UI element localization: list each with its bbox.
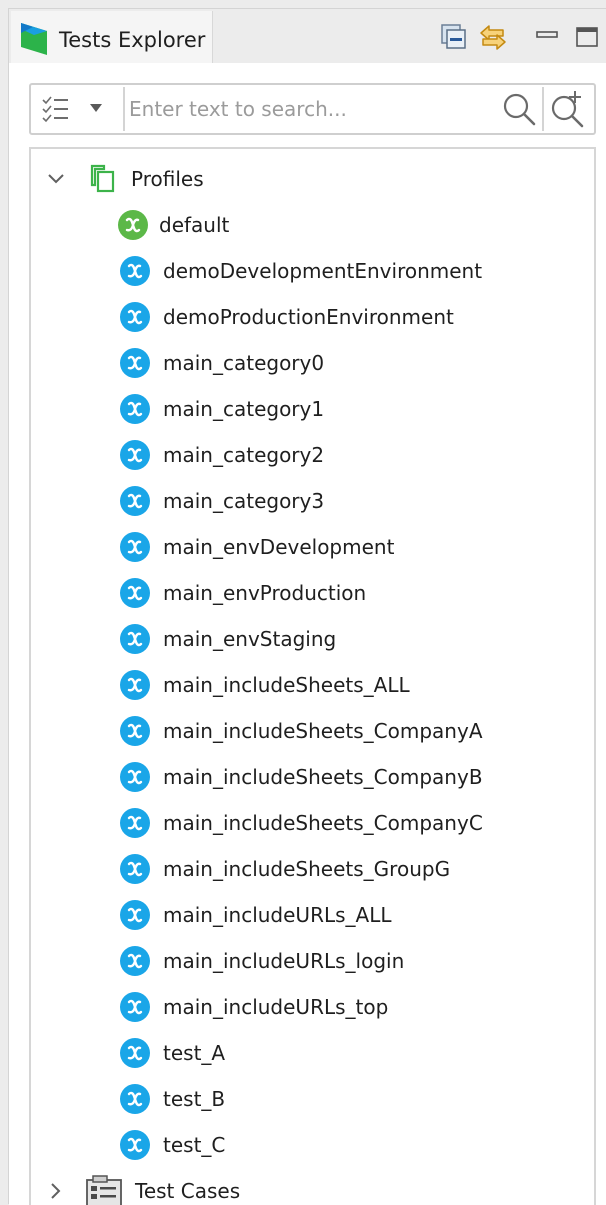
collapse-all-button[interactable] <box>435 19 471 55</box>
tree-node-label: main_category1 <box>163 397 325 421</box>
tree-node-profile[interactable]: main_includeSheets_CompanyC <box>31 800 594 846</box>
chevron-down-icon[interactable] <box>45 168 67 190</box>
global-variable-icon <box>120 1130 150 1160</box>
tree-node-profiles[interactable]: Profiles <box>31 156 594 202</box>
tree-node-label: main_includeSheets_CompanyC <box>163 811 483 835</box>
link-with-editor-icon <box>480 25 506 50</box>
chevron-right-icon[interactable] <box>45 1180 67 1202</box>
global-variable-icon <box>120 716 150 746</box>
search-bar <box>29 83 596 135</box>
tree-node-label: test_B <box>163 1087 226 1111</box>
tree-node-profile[interactable]: test_B <box>31 1076 594 1122</box>
tree-node-profile[interactable]: main_includeSheets_CompanyA <box>31 708 594 754</box>
tree-node-label: main_envStaging <box>163 627 337 651</box>
chevron-down-icon[interactable] <box>89 103 103 113</box>
global-variable-icon <box>120 762 150 792</box>
global-variable-icon <box>120 256 150 286</box>
global-variable-icon <box>120 348 150 378</box>
global-variable-icon <box>120 486 150 516</box>
tree-node-profile[interactable]: test_C <box>31 1122 594 1168</box>
global-variable-icon <box>118 210 148 240</box>
tree-node-label: demoDevelopmentEnvironment <box>163 259 483 283</box>
tree-node-label: main_includeSheets_ALL <box>163 673 410 697</box>
global-variable-icon <box>120 1038 150 1068</box>
tree-node-label: test_A <box>163 1041 226 1065</box>
tree-node-profile[interactable]: test_A <box>31 1030 594 1076</box>
global-variable-icon <box>120 624 150 654</box>
tests-tree: Profiles default demoDevelopmentEnvironme… <box>29 147 596 1205</box>
global-variable-icon <box>120 1084 150 1114</box>
profiles-folder-icon <box>90 164 115 193</box>
tree-node-profile[interactable]: main_category1 <box>31 386 594 432</box>
tree-node-profile[interactable]: main_envDevelopment <box>31 524 594 570</box>
tree-node-label: Profiles <box>131 167 204 191</box>
collapse-all-icon <box>441 24 466 49</box>
tree-node-label: main_includeURLs_top <box>163 995 389 1019</box>
global-variable-icon <box>120 578 150 608</box>
global-variable-icon <box>120 992 150 1022</box>
tree-node-profile[interactable]: demoDevelopmentEnvironment <box>31 248 594 294</box>
tree-node-profile[interactable]: main_includeSheets_CompanyB <box>31 754 594 800</box>
tree-node-profile[interactable]: main_includeSheets_GroupG <box>31 846 594 892</box>
tree-node-profile[interactable]: main_includeURLs_top <box>31 984 594 1030</box>
tree-node-label: main_category3 <box>163 489 325 513</box>
tree-node-profile[interactable]: main_envStaging <box>31 616 594 662</box>
tree-node-label: demoProductionEnvironment <box>163 305 454 329</box>
tree-node-label: main_includeSheets_CompanyA <box>163 719 483 743</box>
advanced-search-icon[interactable] <box>547 89 587 129</box>
tree-node-profile[interactable]: main_category2 <box>31 432 594 478</box>
global-variable-icon <box>120 900 150 930</box>
tree-node-label: test_C <box>163 1133 226 1157</box>
divider <box>123 87 125 131</box>
tree-node-label: default <box>159 213 230 237</box>
tests-explorer-view: Tests Explorer Enter text to search... P… <box>8 8 606 1205</box>
view-content: Profiles default demoDevelopmentEnvironme… <box>9 63 606 1205</box>
test-cases-folder-icon <box>86 1175 122 1205</box>
tree-node-profile[interactable]: main_category0 <box>31 340 594 386</box>
global-variable-icon <box>120 394 150 424</box>
tree-node-profile[interactable]: main_category3 <box>31 478 594 524</box>
search-input[interactable] <box>129 88 499 130</box>
maximize-button[interactable] <box>569 19 605 55</box>
minimize-button[interactable] <box>529 19 565 55</box>
tree-node-label: main_category2 <box>163 443 325 467</box>
tree-node-label: main_includeSheets_GroupG <box>163 857 451 881</box>
global-variable-icon <box>120 670 150 700</box>
tree-node-profile[interactable]: main_includeSheets_ALL <box>31 662 594 708</box>
view-toolbar <box>9 19 606 55</box>
tree-node-label: main_envDevelopment <box>163 535 395 559</box>
divider <box>542 87 544 131</box>
tree-node-label: main_includeSheets_CompanyB <box>163 765 483 789</box>
global-variable-icon <box>120 808 150 838</box>
tree-node-profile[interactable]: default <box>31 202 594 248</box>
tree-node-label: Test Cases <box>135 1179 241 1203</box>
tree-node-profile[interactable]: main_envProduction <box>31 570 594 616</box>
tree-node-label: main_envProduction <box>163 581 367 605</box>
tree-node-profile[interactable]: main_includeURLs_ALL <box>31 892 594 938</box>
tree-node-label: main_category0 <box>163 351 325 375</box>
tree-node-profile[interactable]: demoProductionEnvironment <box>31 294 594 340</box>
tree-node-label: main_includeURLs_login <box>163 949 405 973</box>
filter-list-icon[interactable] <box>41 93 71 125</box>
global-variable-icon <box>120 532 150 562</box>
global-variable-icon <box>120 854 150 884</box>
search-icon[interactable] <box>501 91 537 127</box>
maximize-icon <box>576 27 598 47</box>
tree-node-label: main_includeURLs_ALL <box>163 903 392 927</box>
global-variable-icon <box>120 302 150 332</box>
link-with-editor-button[interactable] <box>475 19 511 55</box>
tree-node-profile[interactable]: main_includeURLs_login <box>31 938 594 984</box>
global-variable-icon <box>120 946 150 976</box>
minimize-icon <box>536 31 558 38</box>
global-variable-icon <box>120 440 150 470</box>
tree-node-test-cases[interactable]: Test Cases <box>31 1168 594 1205</box>
